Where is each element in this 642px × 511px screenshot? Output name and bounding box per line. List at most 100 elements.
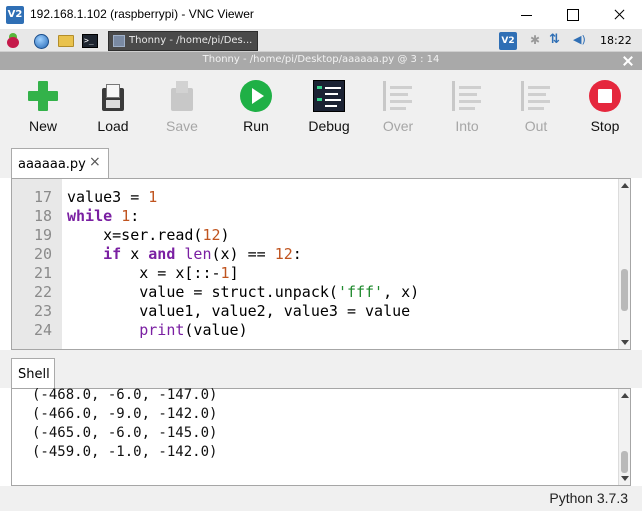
editor-tab-strip: aaaaaa.py × — [0, 146, 642, 178]
shell-console[interactable]: (-468.0, -6.0, -147.0) (-466.0, -9.0, -14… — [11, 387, 631, 486]
run-button[interactable]: Run — [225, 78, 287, 142]
stop-button[interactable]: Stop — [574, 78, 636, 142]
code-line[interactable]: x=ser.read(12) — [67, 226, 230, 244]
into-label: Into — [455, 118, 479, 134]
scroll-down-icon[interactable] — [621, 340, 629, 345]
shell-scroll-thumb[interactable] — [621, 451, 628, 473]
bluetooth-icon[interactable]: ✱ — [530, 33, 540, 47]
code-editor[interactable]: 17 18 19 20 21 22 23 24 value3 = 1 while 1: x=se… — [11, 178, 631, 350]
code-token: , x) — [383, 283, 420, 301]
code-token: x=ser.read( — [67, 226, 203, 244]
line-number: 19 — [33, 226, 52, 244]
window-title: 192.168.1.102 (raspberrypi) - VNC Viewer — [30, 7, 254, 21]
line-number-gutter: 17 18 19 20 21 22 23 24 — [12, 179, 62, 349]
line-number: 21 — [33, 264, 52, 282]
thonny-window-title: Thonny - /home/pi/Desktop/aaaaaa.py @ 3 … — [202, 54, 440, 65]
network-icon[interactable]: ⇅ — [549, 32, 560, 47]
volume-icon[interactable]: ◀) — [573, 33, 586, 46]
step-over-button[interactable]: Over — [367, 78, 429, 142]
load-file-icon — [97, 80, 129, 112]
shell-scroll-down-icon[interactable] — [621, 476, 629, 481]
code-token: ) — [220, 226, 230, 244]
web-browser-icon[interactable] — [34, 34, 49, 49]
status-bar: Python 3.7.3 — [0, 486, 642, 511]
step-out-button[interactable]: Out — [505, 78, 567, 142]
stop-label: Stop — [590, 118, 620, 134]
code-token: 12 — [274, 245, 293, 263]
code-line[interactable]: if x and len(x) == 12: — [67, 245, 302, 263]
step-over-icon — [382, 80, 414, 112]
code-line[interactable]: value3 = 1 — [67, 188, 157, 206]
vnc-title-bar: V2 192.168.1.102 (raspberrypi) - VNC Vie… — [0, 0, 642, 30]
editor-tab-label: aaaaaa.py — [18, 157, 86, 172]
code-token: x = x[::- — [67, 264, 221, 282]
shell-output-line: (-466.0, -9.0, -142.0) — [32, 406, 218, 422]
save-button[interactable]: Save — [151, 78, 213, 142]
maximize-button[interactable] — [550, 0, 596, 30]
code-token: print — [139, 321, 185, 339]
line-number: 20 — [33, 245, 52, 263]
minimize-button[interactable] — [504, 0, 550, 30]
taskbar-thonny-button[interactable]: Thonny - /home/pi/Des... — [108, 31, 258, 51]
shell-output-line: (-468.0, -6.0, -147.0) — [32, 387, 218, 403]
code-token: value1, value2, value3 = value — [67, 302, 411, 320]
run-play-icon — [240, 80, 272, 112]
scroll-up-icon[interactable] — [621, 183, 629, 188]
close-tab-icon[interactable]: × — [89, 155, 103, 169]
thonny-close-icon[interactable] — [622, 55, 634, 67]
code-token: 12 — [202, 226, 221, 244]
file-manager-icon[interactable] — [58, 35, 74, 47]
editor-scroll-thumb[interactable] — [621, 269, 628, 311]
save-file-icon — [166, 80, 198, 112]
over-label: Over — [382, 118, 414, 134]
code-token: : — [130, 207, 140, 225]
tab-aaaaaa-py[interactable]: aaaaaa.py × — [11, 148, 109, 178]
debug-label: Debug — [308, 118, 350, 134]
code-token: 1 — [148, 188, 158, 206]
code-line[interactable]: print(value) — [67, 321, 247, 339]
code-line[interactable]: value = struct.unpack('fff', x) — [67, 283, 419, 301]
code-line[interactable]: while 1: — [67, 207, 139, 225]
code-line[interactable]: x = x[::-1] — [67, 264, 239, 282]
thonny-title-bar: Thonny - /home/pi/Desktop/aaaaaa.py @ 3 … — [0, 52, 642, 70]
line-number: 24 — [33, 321, 52, 339]
terminal-icon[interactable]: >_ — [82, 34, 98, 48]
thonny-toolbar: New Load Save Run Debug Over Into Out St… — [0, 70, 642, 146]
vnc-tray-icon[interactable]: V2 — [499, 32, 517, 50]
shell-scroll-up-icon[interactable] — [621, 393, 629, 398]
code-token: value3 = — [67, 188, 149, 206]
new-label: New — [28, 118, 57, 134]
debug-button[interactable]: Debug — [298, 78, 360, 142]
code-token: x — [121, 245, 149, 263]
editor-scrollbar[interactable] — [618, 179, 630, 349]
raspberry-menu-icon[interactable] — [5, 33, 21, 49]
line-number: 22 — [33, 283, 52, 301]
line-number: 23 — [33, 302, 52, 320]
load-button[interactable]: Load — [82, 78, 144, 142]
shell-scrollbar[interactable] — [618, 389, 630, 485]
thonny-app-icon — [113, 35, 125, 47]
step-out-icon — [520, 80, 552, 112]
pane-splitter[interactable] — [0, 350, 642, 358]
python-version-label[interactable]: Python 3.7.3 — [549, 490, 628, 506]
code-line[interactable]: value1, value2, value3 = value — [67, 302, 410, 320]
desktop-taskbar: >_ Thonny - /home/pi/Des... V2 ✱ ⇅ ◀) 18… — [0, 30, 642, 52]
code-token: : — [292, 245, 302, 263]
vnc-logo-icon: V2 — [6, 6, 24, 24]
code-token: 1 — [121, 207, 131, 225]
run-label: Run — [243, 118, 269, 134]
step-into-button[interactable]: Into — [436, 78, 498, 142]
vnc-viewer-window: V2 192.168.1.102 (raspberrypi) - VNC Vie… — [0, 0, 642, 511]
debug-icon — [313, 80, 345, 112]
new-button[interactable]: New — [12, 78, 74, 142]
code-token: ] — [229, 264, 239, 282]
code-token: while — [67, 207, 122, 225]
stop-icon — [589, 80, 621, 112]
tab-shell[interactable]: Shell — [11, 358, 55, 388]
close-window-button[interactable] — [596, 0, 642, 30]
line-number: 18 — [33, 207, 52, 225]
shell-output-line: (-459.0, -1.0, -142.0) — [32, 444, 218, 460]
taskbar-thonny-label: Thonny - /home/pi/Des... — [129, 35, 253, 46]
